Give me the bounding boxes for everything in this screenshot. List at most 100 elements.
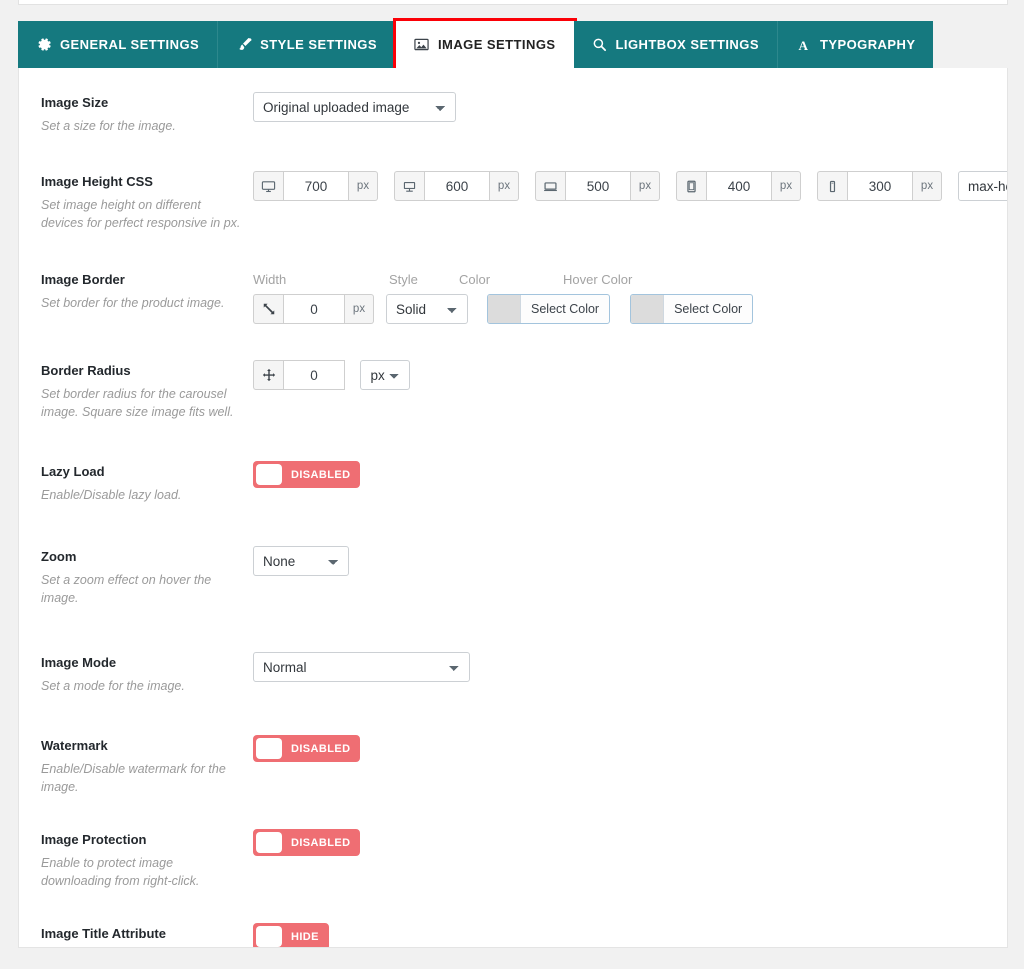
- tab-label: LIGHTBOX SETTINGS: [615, 37, 759, 52]
- row-title: Lazy Load: [41, 464, 105, 479]
- height-field-mobile: px: [817, 171, 942, 201]
- image-size-select[interactable]: Original uploaded image: [253, 92, 456, 122]
- row-control-column: Normal: [253, 652, 1007, 682]
- resize-icon: [253, 294, 283, 324]
- image-title-attribute-toggle[interactable]: HIDE: [253, 923, 329, 947]
- tab-label: TYPOGRAPHY: [819, 37, 916, 52]
- height-unit-tablet-landscape: px: [631, 171, 660, 201]
- row-description: Set border for the product image.: [41, 296, 225, 310]
- search-icon: [592, 37, 608, 53]
- row-control-column: DISABLED: [253, 461, 1007, 490]
- height-unit-desktop: px: [349, 171, 378, 201]
- row-title: Border Radius: [41, 363, 131, 378]
- height-input-tablet[interactable]: [706, 171, 772, 201]
- image-settings-panel: Image Size Set a size for the image. Ori…: [18, 68, 1008, 948]
- border-width-input[interactable]: [283, 294, 345, 324]
- height-property-select[interactable]: max-height: [958, 171, 1007, 201]
- border-radius-input[interactable]: [283, 360, 345, 390]
- row-control-column: DISABLED: [253, 735, 1007, 764]
- border-style-caption: Style: [389, 272, 418, 287]
- height-unit-mobile: px: [913, 171, 942, 201]
- image-protection-toggle[interactable]: DISABLED: [253, 829, 361, 856]
- border-style-select[interactable]: Solid: [386, 294, 468, 324]
- border-width-field: px: [253, 294, 374, 324]
- border-radius-unit-select[interactable]: px: [360, 360, 411, 390]
- row-lazy-load: Lazy Load Enable/Disable lazy load. DISA…: [19, 421, 1007, 504]
- tab-image-settings[interactable]: IMAGE SETTINGS: [392, 18, 577, 71]
- letter-a-icon: A: [796, 37, 812, 53]
- toggle-knob: [256, 926, 282, 947]
- tab-typography[interactable]: A TYPOGRAPHY: [777, 21, 934, 68]
- border-color-caption: Color: [459, 272, 491, 287]
- row-control-column: px px px: [253, 171, 1007, 201]
- border-color-label: Select Color: [520, 295, 609, 323]
- row-label-column: Image Mode Set a mode for the image.: [41, 652, 253, 695]
- tab-label: IMAGE SETTINGS: [437, 37, 556, 52]
- tab-general-settings[interactable]: GENERAL SETTINGS: [18, 21, 219, 68]
- height-unit-laptop: px: [490, 171, 519, 201]
- tab-label: GENERAL SETTINGS: [60, 37, 200, 52]
- toggle-label: DISABLED: [291, 836, 351, 849]
- row-title: Image Border: [41, 272, 125, 287]
- row-title: Image Protection: [41, 832, 147, 847]
- image-icon: [414, 37, 430, 53]
- row-image-mode: Image Mode Set a mode for the image. Nor…: [19, 607, 1007, 695]
- gear-icon: [36, 37, 52, 53]
- move-arrows-icon: [253, 360, 283, 390]
- row-image-protection: Image Protection Enable to protect image…: [19, 796, 1007, 890]
- border-hover-color-picker[interactable]: Select Color: [630, 294, 754, 324]
- border-column-captions: Width Style Color Hover Color: [253, 269, 1007, 287]
- border-hover-color-swatch: [631, 295, 664, 323]
- border-hover-color-label: Select Color: [663, 295, 752, 323]
- border-radius-field: [253, 360, 345, 390]
- watermark-toggle[interactable]: DISABLED: [253, 735, 361, 762]
- row-description: Enable/Disable watermark for the image.: [41, 762, 226, 794]
- toggle-knob: [256, 464, 282, 485]
- settings-tabbar: GENERAL SETTINGS STYLE SETTINGS IMAGE SE…: [18, 18, 934, 71]
- row-description: Set a zoom effect on hover the image.: [41, 573, 212, 605]
- row-title: Zoom: [41, 549, 77, 564]
- height-field-tablet: px: [676, 171, 801, 201]
- zoom-effect-select[interactable]: None: [253, 546, 349, 576]
- toggle-label: DISABLED: [291, 468, 351, 481]
- row-label-column: Image Border Set border for the product …: [41, 269, 253, 312]
- row-image-height-css: Image Height CSS Set image height on dif…: [19, 135, 1007, 232]
- row-label-column: Zoom Set a zoom effect on hover the imag…: [41, 546, 253, 607]
- border-color-swatch: [488, 295, 520, 323]
- row-control-column: None: [253, 546, 1007, 576]
- row-label-column: Image Protection Enable to protect image…: [41, 829, 253, 890]
- row-control-column: px: [253, 360, 1007, 390]
- border-hover-color-caption: Hover Color: [563, 272, 633, 287]
- row-label-column: Image Size Set a size for the image.: [41, 92, 253, 135]
- row-title: Image Title Attribute: [41, 926, 166, 941]
- row-border-radius: Border Radius Set border radius for the …: [19, 324, 1007, 421]
- border-width-unit: px: [345, 294, 374, 324]
- row-zoom: Zoom Set a zoom effect on hover the imag…: [19, 504, 1007, 607]
- row-description: Enable to protect image downloading from…: [41, 856, 200, 888]
- row-label-column: Image Height CSS Set image height on dif…: [41, 171, 253, 232]
- border-controls: px Solid Select Color Select Colo: [253, 294, 1007, 324]
- height-input-laptop[interactable]: [424, 171, 490, 201]
- row-image-title-attribute: Image Title Attribute Show/Hide image ti…: [19, 890, 1007, 947]
- height-input-tablet-landscape[interactable]: [565, 171, 631, 201]
- height-input-desktop[interactable]: [283, 171, 349, 201]
- row-title: Watermark: [41, 738, 108, 753]
- row-image-size: Image Size Set a size for the image. Ori…: [19, 68, 1007, 135]
- height-input-mobile[interactable]: [847, 171, 913, 201]
- image-mode-select[interactable]: Normal: [253, 652, 470, 682]
- brush-icon: [236, 37, 252, 53]
- row-description: Enable/Disable lazy load.: [41, 488, 182, 502]
- height-unit-tablet: px: [772, 171, 801, 201]
- tab-lightbox-settings[interactable]: LIGHTBOX SETTINGS: [573, 21, 778, 68]
- svg-text:A: A: [799, 38, 809, 53]
- desktop-icon: [253, 171, 283, 201]
- row-image-border: Image Border Set border for the product …: [19, 232, 1007, 324]
- border-color-picker[interactable]: Select Color: [487, 294, 611, 324]
- toggle-label: DISABLED: [291, 742, 351, 755]
- row-label-column: Border Radius Set border radius for the …: [41, 360, 253, 421]
- lazy-load-toggle[interactable]: DISABLED: [253, 461, 361, 488]
- border-width-caption: Width: [253, 272, 287, 287]
- tab-style-settings[interactable]: STYLE SETTINGS: [218, 21, 396, 68]
- toggle-knob: [256, 738, 282, 759]
- toggle-knob: [256, 832, 282, 853]
